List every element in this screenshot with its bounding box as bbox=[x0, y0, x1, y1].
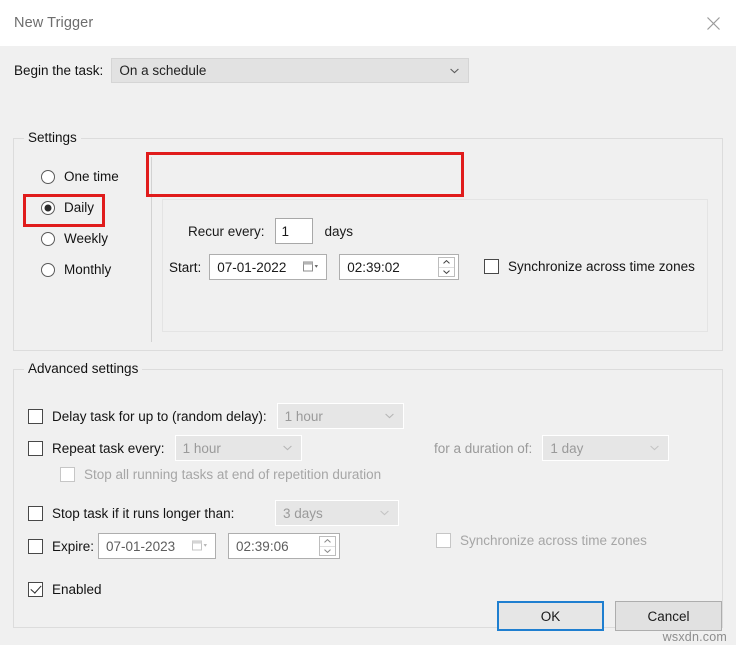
close-icon bbox=[707, 17, 720, 30]
window-title: New Trigger bbox=[14, 15, 93, 31]
repeat-duration-select[interactable]: 1 day bbox=[542, 435, 669, 461]
radio-daily[interactable]: Daily bbox=[30, 192, 142, 223]
close-button[interactable] bbox=[690, 0, 736, 46]
begin-task-select[interactable]: On a schedule bbox=[111, 58, 469, 83]
stop-task-select[interactable]: 3 days bbox=[275, 500, 399, 526]
delay-task-value: 1 hour bbox=[278, 409, 323, 424]
enabled-checkbox[interactable] bbox=[28, 582, 43, 597]
chevron-down-icon bbox=[385, 407, 394, 422]
radio-label: Monthly bbox=[64, 262, 111, 277]
recur-value-input[interactable]: 1 bbox=[275, 218, 313, 244]
expire-sync-time-zones-label: Synchronize across time zones bbox=[460, 533, 647, 548]
repeat-task-select[interactable]: 1 hour bbox=[175, 435, 302, 461]
spinner-up-button[interactable] bbox=[320, 537, 335, 547]
enabled-label: Enabled bbox=[52, 582, 102, 597]
radio-label: Daily bbox=[64, 200, 94, 215]
repeat-duration-label: for a duration of: bbox=[434, 441, 532, 456]
recur-label: Recur every: bbox=[188, 224, 265, 239]
watermark: wsxdn.com bbox=[663, 630, 727, 644]
radio-indicator bbox=[41, 232, 55, 246]
expire-sync-time-zones-checkbox[interactable] bbox=[436, 533, 451, 548]
begin-task-label: Begin the task: bbox=[14, 63, 103, 78]
stop-task-row: Stop task if it runs longer than: 3 days bbox=[28, 500, 399, 526]
expire-label: Expire: bbox=[52, 539, 94, 554]
repeat-duration-row: for a duration of: 1 day bbox=[434, 435, 669, 461]
radio-weekly[interactable]: Weekly bbox=[30, 223, 142, 254]
radio-indicator bbox=[41, 170, 55, 184]
cancel-button[interactable]: Cancel bbox=[615, 601, 722, 631]
chevron-down-icon bbox=[283, 439, 292, 454]
ok-button[interactable]: OK bbox=[497, 601, 604, 631]
enabled-row: Enabled bbox=[28, 582, 102, 597]
expire-date-input[interactable]: 07-01-2023 bbox=[98, 533, 216, 559]
radio-indicator bbox=[41, 201, 55, 215]
stop-task-value: 3 days bbox=[276, 506, 323, 521]
expire-row: Expire: 07-01-2023 02:39:06 bbox=[28, 533, 340, 559]
recur-row: Recur every: 1 days bbox=[163, 200, 707, 244]
radio-indicator bbox=[41, 263, 55, 277]
settings-divider bbox=[151, 157, 152, 342]
repeat-task-checkbox[interactable] bbox=[28, 441, 43, 456]
radio-label: Weekly bbox=[64, 231, 108, 246]
stop-task-label: Stop task if it runs longer than: bbox=[52, 506, 234, 521]
radio-monthly[interactable]: Monthly bbox=[30, 254, 142, 285]
delay-task-row: Delay task for up to (random delay): 1 h… bbox=[28, 403, 404, 429]
calendar-icon[interactable] bbox=[192, 541, 208, 552]
recur-panel: Recur every: 1 days bbox=[162, 199, 708, 332]
recur-unit-label: days bbox=[325, 224, 354, 239]
expire-sync-time-zones-row: Synchronize across time zones bbox=[436, 533, 647, 548]
delay-task-checkbox[interactable] bbox=[28, 409, 43, 424]
schedule-type-radio-group: One time Daily Weekly Monthly bbox=[30, 161, 142, 285]
spinner-updown-icon[interactable] bbox=[319, 536, 336, 556]
settings-group: Settings One time Daily Weekly Monthly bbox=[13, 138, 723, 351]
dialog-body: Begin the task: On a schedule Settings O… bbox=[0, 46, 736, 645]
repeat-task-value: 1 hour bbox=[176, 441, 221, 456]
chevron-down-icon bbox=[380, 504, 389, 519]
stop-task-checkbox[interactable] bbox=[28, 506, 43, 521]
spinner-down-button[interactable] bbox=[320, 547, 335, 556]
begin-task-value: On a schedule bbox=[112, 63, 206, 78]
title-bar: New Trigger bbox=[0, 0, 736, 46]
stop-all-running-checkbox[interactable] bbox=[60, 467, 75, 482]
advanced-group-title: Advanced settings bbox=[24, 361, 142, 376]
repeat-duration-value: 1 day bbox=[543, 441, 583, 456]
stop-task-label-wrap: Stop task if it runs longer than: bbox=[28, 506, 265, 521]
expire-time-value: 02:39:06 bbox=[229, 539, 289, 554]
radio-one-time[interactable]: One time bbox=[30, 161, 142, 192]
expire-time-input[interactable]: 02:39:06 bbox=[228, 533, 340, 559]
chevron-down-icon bbox=[450, 62, 459, 77]
radio-label: One time bbox=[64, 169, 119, 184]
stop-all-running-label: Stop all running tasks at end of repetit… bbox=[84, 467, 381, 482]
chevron-down-icon bbox=[650, 439, 659, 454]
dialog-footer: OK Cancel bbox=[497, 601, 722, 631]
advanced-settings-group: Advanced settings Delay task for up to (… bbox=[13, 369, 723, 628]
expire-date-value: 07-01-2023 bbox=[99, 539, 175, 554]
delay-task-select[interactable]: 1 hour bbox=[277, 403, 404, 429]
repeat-task-label: Repeat task every: bbox=[52, 441, 165, 456]
stop-all-running-row: Stop all running tasks at end of repetit… bbox=[60, 467, 381, 482]
delay-task-label: Delay task for up to (random delay): bbox=[52, 409, 267, 424]
begin-task-row: Begin the task: On a schedule bbox=[13, 46, 723, 83]
repeat-task-row: Repeat task every: 1 hour bbox=[28, 435, 302, 461]
expire-checkbox[interactable] bbox=[28, 539, 43, 554]
settings-group-title: Settings bbox=[24, 130, 81, 145]
